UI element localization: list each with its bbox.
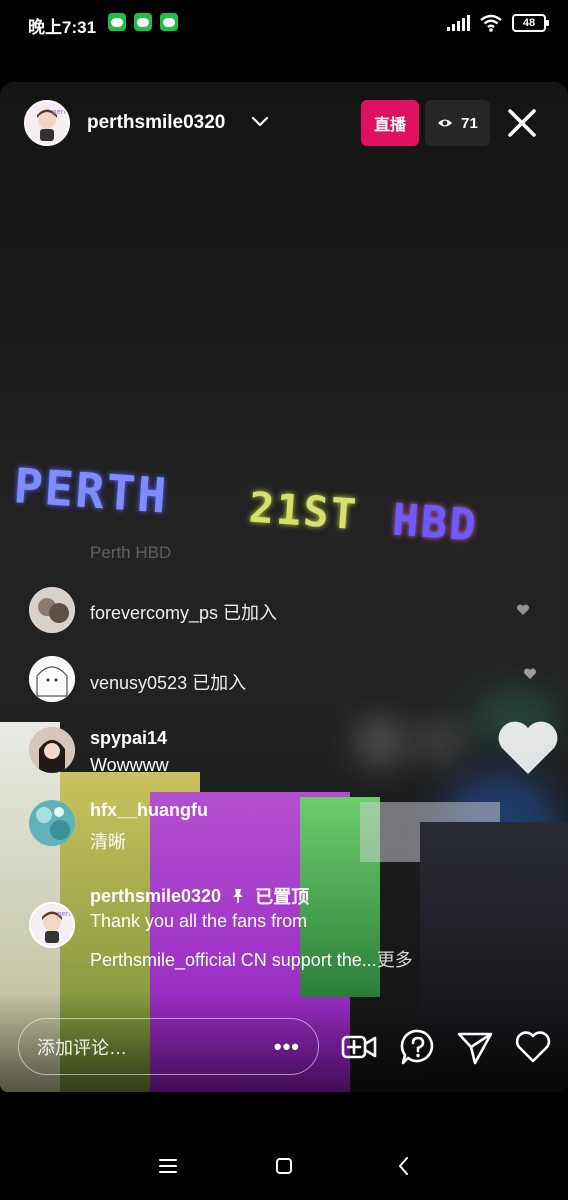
system-nav-bar — [0, 1140, 568, 1200]
streamer-username[interactable]: perthsmile0320 — [87, 112, 225, 134]
wechat-icon — [160, 13, 178, 31]
pinned-header: perthsmile0320 已置顶 — [90, 883, 309, 909]
comment-username[interactable]: spypai14 — [90, 728, 167, 749]
svg-text:perth: perth — [52, 108, 68, 116]
drone-show-text: PERTH 21ST HBD — [0, 457, 568, 586]
pinned-label: 已置顶 — [255, 887, 310, 907]
pinned-text-line2: Perthsmile_official CN support the...更多 — [90, 946, 413, 972]
drone-word-perth: PERTH — [11, 458, 170, 525]
signal-icon — [447, 15, 470, 31]
avatar[interactable]: perth — [29, 902, 75, 948]
add-video-icon[interactable] — [340, 1028, 378, 1066]
live-video[interactable]: PERTH 21ST HBD — [0, 82, 568, 1092]
eye-icon — [438, 119, 453, 127]
more-link[interactable]: 更多 — [377, 950, 413, 970]
close-icon[interactable] — [504, 105, 540, 141]
heart-icon[interactable] — [514, 1028, 552, 1066]
avatar[interactable] — [29, 727, 75, 773]
battery-level: 48 — [522, 17, 536, 29]
avatar[interactable] — [29, 587, 75, 633]
join-notice: venusy0523 已加入 — [90, 673, 247, 693]
heart-icon — [516, 604, 530, 615]
status-time: 晚上7:31 — [28, 18, 97, 37]
comment-username[interactable]: perthsmile0320 — [90, 886, 221, 907]
question-icon[interactable] — [399, 1028, 437, 1066]
live-badge: 直播 — [361, 100, 419, 146]
more-options-button[interactable]: ••• — [274, 1035, 300, 1057]
comment-text: 清晰 — [90, 832, 126, 852]
wechat-icon — [134, 13, 152, 31]
heart-icon — [523, 668, 537, 679]
faded-comment: Perth HBD — [90, 543, 172, 562]
comment-username[interactable]: hfx__huangfu — [90, 800, 208, 821]
share-icon[interactable] — [456, 1028, 494, 1066]
street-light — [420, 727, 460, 757]
avatar[interactable] — [29, 656, 75, 702]
chevron-down-icon[interactable] — [250, 111, 270, 131]
join-notice: forevercomy_ps 已加入 — [90, 603, 278, 623]
comment-text: Wowwww — [90, 755, 169, 775]
svg-text:perth: perth — [57, 910, 73, 918]
drone-word-hbd: HBD — [390, 494, 480, 552]
comment-placeholder: 添加评论… — [37, 1037, 127, 1058]
viewer-count-button[interactable]: 71 — [425, 100, 490, 146]
streamer-avatar[interactable]: perth — [24, 100, 70, 146]
back-icon[interactable] — [392, 1154, 416, 1178]
battery-icon: 48 — [512, 14, 549, 32]
home-icon[interactable] — [272, 1154, 296, 1178]
pin-icon — [233, 889, 244, 903]
street-light — [360, 722, 400, 762]
pinned-text: Perthsmile_official CN support the... — [90, 950, 377, 970]
menu-icon[interactable] — [156, 1154, 180, 1178]
wechat-icon — [108, 13, 126, 31]
wifi-icon — [480, 14, 502, 32]
status-bar: 晚上7:31 48 — [0, 0, 568, 48]
drone-word-21st: 21ST — [247, 482, 360, 540]
heart-icon[interactable] — [497, 720, 559, 776]
pinned-text-line1: Thank you all the fans from — [90, 911, 308, 931]
viewer-count: 71 — [461, 114, 478, 132]
comment-input[interactable]: 添加评论… ••• — [18, 1018, 319, 1075]
avatar[interactable] — [29, 800, 75, 846]
